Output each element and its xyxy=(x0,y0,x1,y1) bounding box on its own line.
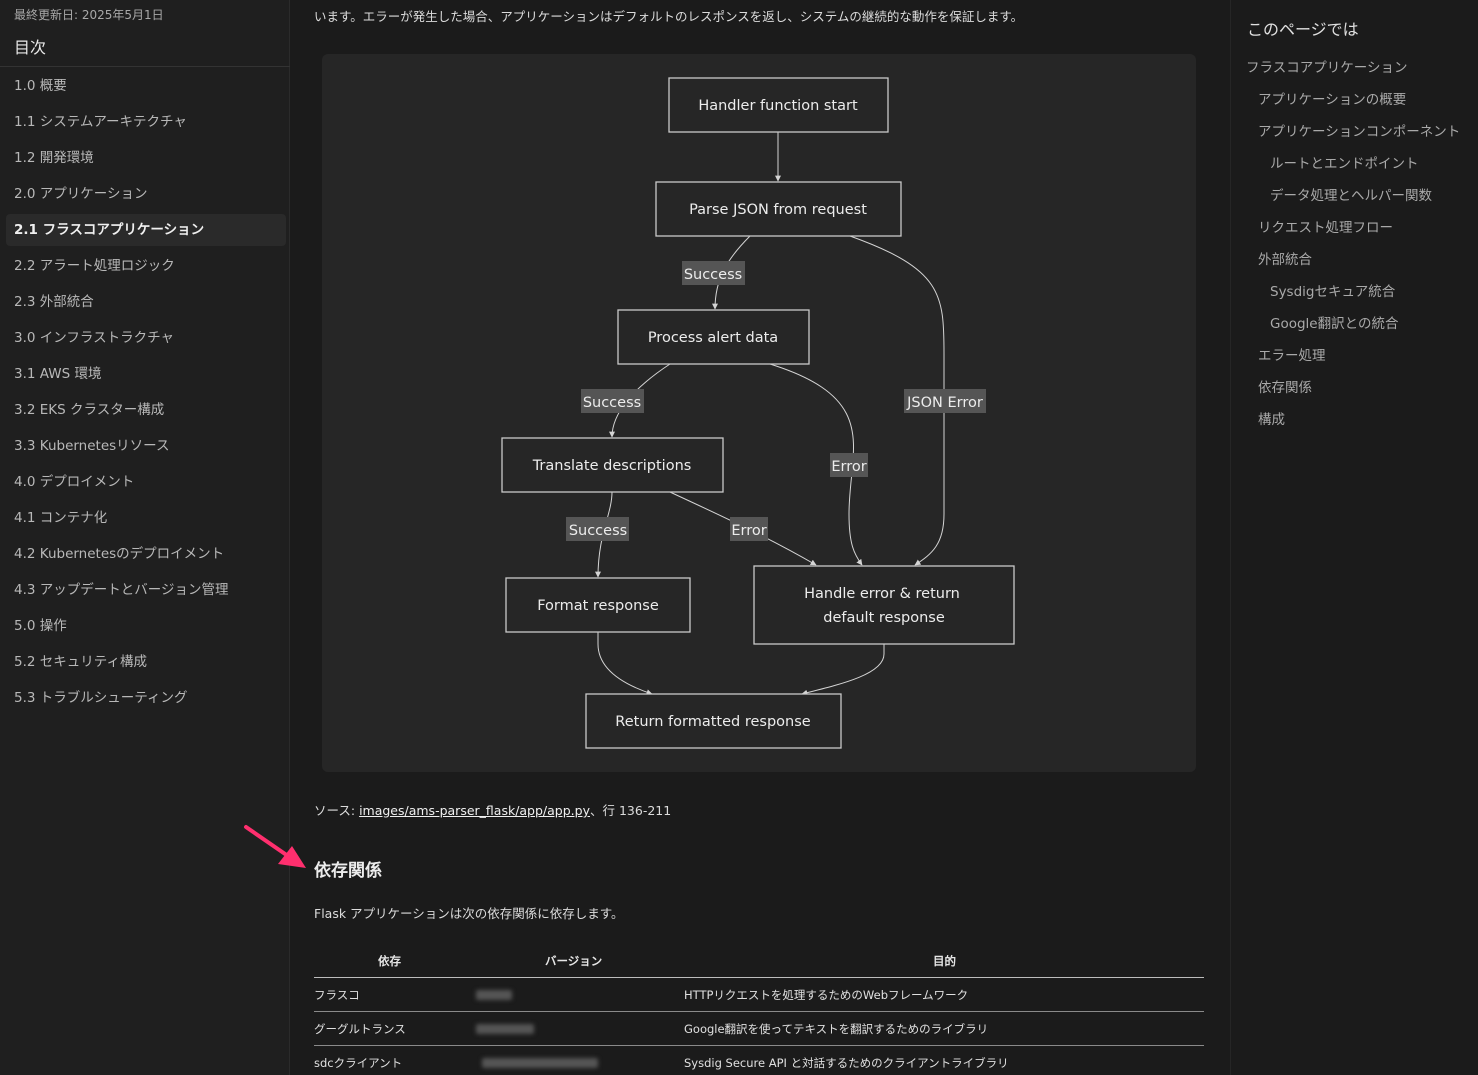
edge-label-process-error: Error xyxy=(830,453,868,477)
sidebar-item-overview[interactable]: 1.0 概要 xyxy=(6,70,286,102)
table-row: グーグルトランス Google翻訳を使ってテキストを翻訳するためのライブラリ xyxy=(314,1012,1204,1046)
sidebar-item-flask-application[interactable]: 2.1 フラスコアプリケーション xyxy=(6,214,286,246)
node-handler-start: Handler function start xyxy=(668,77,889,133)
sidebar-divider xyxy=(0,66,290,67)
svg-text:Parse JSON from request: Parse JSON from request xyxy=(689,202,867,218)
source-prefix: ソース: xyxy=(314,803,360,818)
toc-item-app-overview[interactable]: アプリケーションの概要 xyxy=(1258,88,1406,108)
svg-text:Process alert data: Process alert data xyxy=(648,330,778,346)
sidebar-item-aws-environment[interactable]: 3.1 AWS 環境 xyxy=(6,358,286,390)
svg-text:Success: Success xyxy=(684,267,742,283)
cell-dependency: フラスコ xyxy=(314,988,360,1002)
sidebar-item-deployment[interactable]: 4.0 デプロイメント xyxy=(6,466,286,498)
section-heading-dependencies: 依存関係 xyxy=(314,861,382,881)
svg-text:Handler function start: Handler function start xyxy=(698,98,858,114)
edge-label-parse-success: Success xyxy=(682,261,745,285)
toc-item-data-helpers[interactable]: データ処理とヘルパー関数 xyxy=(1270,184,1432,204)
column-header-version: バージョン xyxy=(545,954,603,968)
sidebar-title: 目次 xyxy=(14,38,47,57)
node-process-alert: Process alert data xyxy=(617,309,810,365)
svg-text:Success: Success xyxy=(569,523,627,539)
sidebar-item-alert-logic[interactable]: 2.2 アラート処理ロジック xyxy=(6,250,286,282)
column-header-dependency: 依存 xyxy=(378,954,401,968)
annotation-arrow-icon xyxy=(244,825,306,868)
table-row: sdcクライアント Sysdig Secure API と対話するためのクライア… xyxy=(314,1046,1204,1075)
svg-text:JSON Error: JSON Error xyxy=(906,395,983,411)
svg-text:Error: Error xyxy=(731,523,766,539)
toc-item-app-components[interactable]: アプリケーションコンポーネント xyxy=(1258,120,1460,140)
sidebar-item-dev-environment[interactable]: 1.2 開発環境 xyxy=(6,142,286,174)
node-return-response: Return formatted response xyxy=(585,693,842,749)
toc-item-configuration[interactable]: 構成 xyxy=(1258,408,1285,428)
svg-text:Return formatted response: Return formatted response xyxy=(615,714,810,730)
svg-text:Success: Success xyxy=(583,395,641,411)
cell-dependency: グーグルトランス xyxy=(314,1022,406,1036)
svg-text:Handle error & return: Handle error & return xyxy=(804,586,960,602)
node-handle-error: Handle error & return default response xyxy=(753,565,1015,645)
toc-item-request-flow[interactable]: リクエスト処理フロー xyxy=(1258,216,1393,236)
edge-label-process-success: Success xyxy=(581,389,644,413)
sidebar-item-kubernetes-deployment[interactable]: 4.2 Kubernetesのデプロイメント xyxy=(6,538,286,570)
sidebar-item-external-integration[interactable]: 2.3 外部統合 xyxy=(6,286,286,318)
sidebar-item-operations[interactable]: 5.0 操作 xyxy=(6,610,286,642)
svg-text:Translate descriptions: Translate descriptions xyxy=(532,458,692,474)
sidebar-nav: 1.0 概要 1.1 システムアーキテクチャ 1.2 開発環境 2.0 アプリケ… xyxy=(6,70,286,718)
cell-purpose: Google翻訳を使ってテキストを翻訳するためのライブラリ xyxy=(684,1022,989,1036)
dependencies-table: 依存 バージョン 目的 フラスコ HTTPリクエストを処理するためのWebフレー… xyxy=(314,942,1204,1075)
node-format-response: Format response xyxy=(505,577,691,633)
page-toc-title: このページでは xyxy=(1247,20,1359,39)
edge-error-return xyxy=(801,644,885,696)
svg-text:Error: Error xyxy=(831,459,866,475)
sidebar-item-application[interactable]: 2.0 アプリケーション xyxy=(6,178,286,210)
redacted-version xyxy=(482,1058,598,1068)
last-updated: 最終更新日: 2025年5月1日 xyxy=(14,8,164,22)
sidebar-item-troubleshooting[interactable]: 5.3 トラブルシューティング xyxy=(6,682,286,714)
source-file-link[interactable]: images/ams-parser_flask/app/app.py xyxy=(359,803,590,818)
node-translate: Translate descriptions xyxy=(501,437,724,493)
sidebar-item-system-architecture[interactable]: 1.1 システムアーキテクチャ xyxy=(6,106,286,138)
cell-dependency: sdcクライアント xyxy=(314,1056,403,1070)
sidebar-item-updates-versioning[interactable]: 4.3 アップデートとバージョン管理 xyxy=(6,574,286,606)
redacted-version xyxy=(476,990,512,1000)
redacted-version xyxy=(476,1024,534,1034)
table-header-row: 依存 バージョン 目的 xyxy=(314,942,1204,978)
flowchart-svg: Success Success Success Error Error JSON… xyxy=(501,77,1015,749)
edge-label-translate-success: Success xyxy=(566,517,629,541)
toc-item-error-handling[interactable]: エラー処理 xyxy=(1258,344,1326,364)
edge-format-return xyxy=(597,632,653,696)
toc-item-routes-endpoints[interactable]: ルートとエンドポイント xyxy=(1270,152,1419,172)
sidebar-item-kubernetes-resources[interactable]: 3.3 Kubernetesリソース xyxy=(6,430,286,462)
cell-purpose: Sysdig Secure API と対話するためのクライアントライブラリ xyxy=(684,1056,1009,1070)
toc-item-flask-application[interactable]: フラスコアプリケーション xyxy=(1246,56,1407,76)
sidebar-item-eks-cluster[interactable]: 3.2 EKS クラスター構成 xyxy=(6,394,286,426)
node-parse-json: Parse JSON from request xyxy=(655,181,902,237)
flowchart-diagram: Success Success Success Error Error JSON… xyxy=(322,54,1196,772)
docs-page: 最終更新日: 2025年5月1日 目次 1.0 概要 1.1 システムアーキテク… xyxy=(0,0,1478,1075)
toc-item-external-integration[interactable]: 外部統合 xyxy=(1258,248,1312,268)
toc-item-google-translate[interactable]: Google翻訳との統合 xyxy=(1270,312,1398,332)
cell-purpose: HTTPリクエストを処理するためのWebフレームワーク xyxy=(684,988,969,1002)
sidebar-item-containerization[interactable]: 4.1 コンテナ化 xyxy=(6,502,286,534)
column-header-purpose: 目的 xyxy=(933,954,956,968)
source-lines: 、行 136-211 xyxy=(589,803,672,818)
table-row: フラスコ HTTPリクエストを処理するためのWebフレームワーク xyxy=(314,978,1204,1012)
toc-item-dependencies[interactable]: 依存関係 xyxy=(1258,376,1312,396)
page-toc: このページでは フラスコアプリケーション アプリケーションの概要 アプリケーショ… xyxy=(1230,0,1478,1075)
edge-label-translate-error: Error xyxy=(730,517,768,541)
sidebar-item-security-config[interactable]: 5.2 セキュリティ構成 xyxy=(6,646,286,678)
sidebar-item-infrastructure[interactable]: 3.0 インフラストラクチャ xyxy=(6,322,286,354)
svg-text:default response: default response xyxy=(823,610,945,626)
edge-label-json-error: JSON Error xyxy=(904,389,986,413)
main-content: います。エラーが発生した場合、アプリケーションはデフォルトのレスポンスを返し、シ… xyxy=(290,0,1228,1075)
source-reference: ソース: images/ams-parser_flask/app/app.py、… xyxy=(314,800,671,819)
section-description: Flask アプリケーションは次の依存関係に依存します。 xyxy=(314,906,624,921)
svg-text:Format response: Format response xyxy=(537,598,659,614)
sidebar: 最終更新日: 2025年5月1日 目次 1.0 概要 1.1 システムアーキテク… xyxy=(0,0,290,1075)
intro-text: います。エラーが発生した場合、アプリケーションはデフォルトのレスポンスを返し、シ… xyxy=(314,9,1024,24)
toc-item-sysdig-integration[interactable]: Sysdigセキュア統合 xyxy=(1270,280,1395,300)
